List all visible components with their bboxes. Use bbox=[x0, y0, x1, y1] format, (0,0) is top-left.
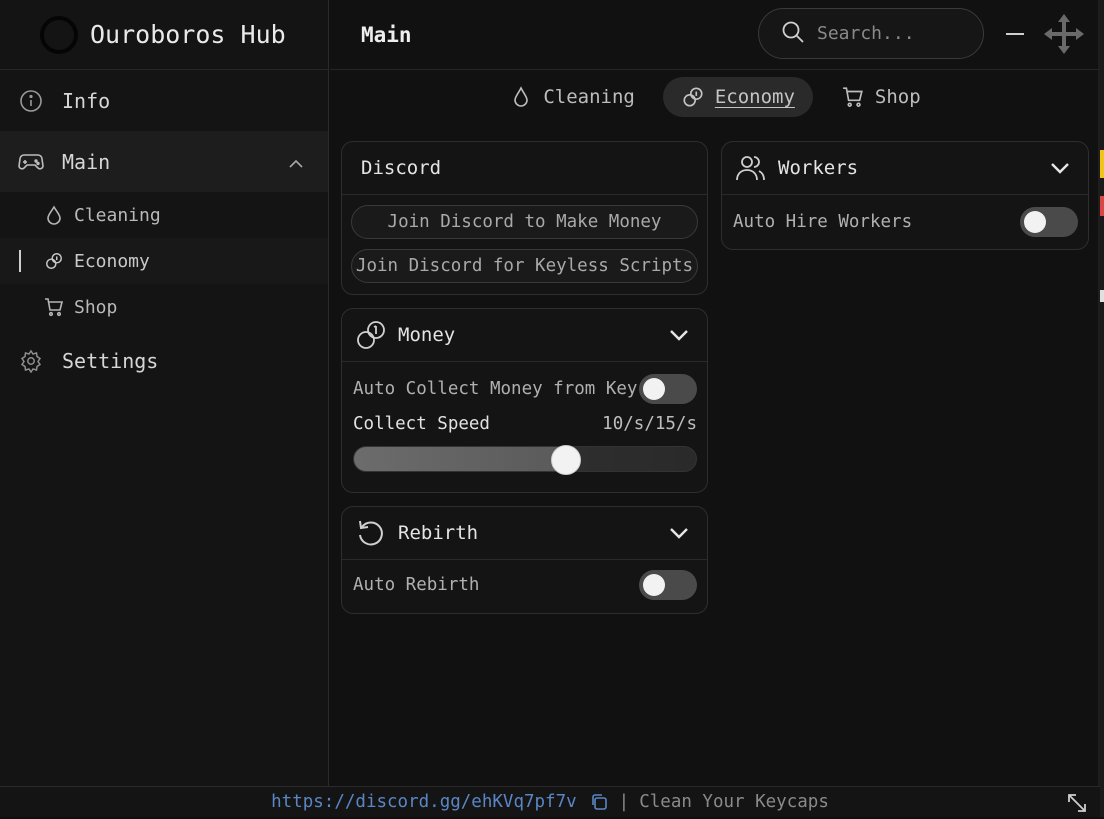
sidebar-item-main[interactable]: Main bbox=[0, 131, 328, 192]
footer-tagline: Clean Your Keycaps bbox=[639, 792, 829, 812]
window-edge bbox=[1100, 0, 1104, 817]
chevron-down-icon[interactable] bbox=[1048, 156, 1072, 180]
coins-icon bbox=[681, 85, 705, 109]
rebirth-card-header[interactable]: Rebirth bbox=[342, 507, 707, 560]
auto-rebirth-toggle[interactable] bbox=[639, 570, 697, 600]
sidebar-item-label: Info bbox=[62, 88, 111, 113]
workers-card-header[interactable]: Workers bbox=[722, 142, 1088, 195]
workers-card-title: Workers bbox=[778, 157, 859, 179]
tab-economy[interactable]: Economy bbox=[662, 77, 813, 117]
coins-icon bbox=[354, 318, 388, 352]
resize-icon[interactable] bbox=[1066, 792, 1088, 814]
rebirth-card: Rebirth Auto Rebirth bbox=[341, 506, 708, 614]
header: Main bbox=[330, 0, 1100, 70]
cart-icon bbox=[841, 85, 865, 109]
chevron-up-icon[interactable] bbox=[288, 150, 304, 174]
sidebar-subitem-shop[interactable]: Shop bbox=[0, 284, 328, 330]
cart-icon bbox=[44, 297, 64, 317]
chevron-down-icon[interactable] bbox=[667, 521, 691, 545]
sidebar: Ouroboros Hub Info Main Cleaning Economy… bbox=[0, 0, 329, 786]
info-icon bbox=[18, 88, 44, 114]
app-window: Ouroboros Hub Info Main Cleaning Economy… bbox=[0, 0, 1100, 817]
toggle-knob bbox=[643, 574, 665, 596]
rebirth-card-title: Rebirth bbox=[398, 522, 479, 544]
sidebar-subitem-label: Shop bbox=[74, 296, 118, 318]
toggle-knob bbox=[1024, 211, 1046, 233]
auto-collect-label: Auto Collect Money from Keycaps bbox=[353, 379, 639, 399]
active-indicator bbox=[19, 250, 21, 272]
users-icon bbox=[734, 151, 768, 185]
money-card-title: Money bbox=[398, 324, 456, 346]
sidebar-subitem-label: Economy bbox=[74, 250, 150, 272]
collect-speed-label: Collect Speed bbox=[353, 414, 490, 434]
sidebar-item-info[interactable]: Info bbox=[0, 70, 328, 131]
auto-hire-label: Auto Hire Workers bbox=[733, 212, 913, 232]
tab-label: Cleaning bbox=[543, 86, 635, 108]
join-discord-money-button[interactable]: Join Discord to Make Money bbox=[351, 205, 698, 239]
sidebar-item-settings[interactable]: Settings bbox=[0, 330, 328, 391]
tab-label: Shop bbox=[874, 86, 921, 108]
minimize-button[interactable] bbox=[1004, 22, 1026, 46]
money-card-header[interactable]: Money bbox=[342, 309, 707, 362]
sidebar-subitem-economy[interactable]: Economy bbox=[0, 238, 328, 284]
collect-speed-value: 10/s/15/s bbox=[602, 414, 697, 434]
search-input[interactable] bbox=[817, 23, 957, 44]
sidebar-item-label: Main bbox=[62, 149, 111, 174]
sidebar-subitem-cleaning[interactable]: Cleaning bbox=[0, 192, 328, 238]
footer: https://discord.gg/ehKVq7pf7v | Clean Yo… bbox=[0, 786, 1100, 817]
auto-collect-toggle[interactable] bbox=[639, 374, 697, 404]
rotate-ccw-icon bbox=[354, 516, 388, 550]
brand: Ouroboros Hub bbox=[0, 0, 328, 70]
collect-speed-slider[interactable] bbox=[353, 445, 697, 475]
coins-icon bbox=[44, 251, 64, 271]
copy-icon[interactable] bbox=[589, 792, 609, 812]
workers-card: Workers Auto Hire Workers bbox=[721, 141, 1089, 250]
gear-icon bbox=[18, 348, 44, 374]
auto-hire-toggle[interactable] bbox=[1020, 207, 1078, 237]
discord-card-title: Discord bbox=[361, 157, 442, 179]
droplet-icon bbox=[44, 205, 64, 225]
auto-collect-row: Auto Collect Money from Keycaps bbox=[342, 368, 707, 410]
auto-rebirth-row: Auto Rebirth bbox=[342, 564, 707, 606]
sidebar-item-label: Settings bbox=[62, 348, 159, 373]
toggle-knob bbox=[643, 378, 665, 400]
page-title: Main bbox=[361, 22, 412, 47]
tab-shop[interactable]: Shop bbox=[823, 77, 939, 117]
discord-invite-link[interactable]: https://discord.gg/ehKVq7pf7v bbox=[271, 792, 577, 812]
footer-separator: | bbox=[618, 792, 630, 812]
app-title: Ouroboros Hub bbox=[90, 20, 286, 49]
chevron-down-icon[interactable] bbox=[667, 323, 691, 347]
money-card: Money Auto Collect Money from Keycaps Co… bbox=[341, 308, 708, 493]
sidebar-subitem-label: Cleaning bbox=[74, 204, 161, 226]
auto-hire-row: Auto Hire Workers bbox=[722, 201, 1088, 243]
gamepad-icon bbox=[18, 149, 44, 175]
logo-ring-icon bbox=[40, 15, 78, 54]
auto-rebirth-label: Auto Rebirth bbox=[353, 575, 480, 595]
slider-handle[interactable] bbox=[551, 445, 581, 475]
tab-cleaning[interactable]: Cleaning bbox=[491, 77, 653, 117]
move-icon[interactable] bbox=[1042, 12, 1086, 56]
tab-label: Economy bbox=[714, 86, 795, 108]
droplet-icon bbox=[509, 85, 533, 109]
join-discord-keyless-button[interactable]: Join Discord for Keyless Scripts bbox=[351, 249, 698, 283]
search-box[interactable] bbox=[758, 8, 984, 59]
tab-bar: Cleaning Economy Shop bbox=[330, 76, 1100, 118]
collect-speed-slider-row: Collect Speed 10/s/15/s bbox=[342, 410, 707, 475]
search-icon bbox=[781, 20, 805, 48]
discord-card: Discord Join Discord to Make Money Join … bbox=[341, 141, 708, 295]
discord-card-header: Discord bbox=[342, 142, 707, 195]
